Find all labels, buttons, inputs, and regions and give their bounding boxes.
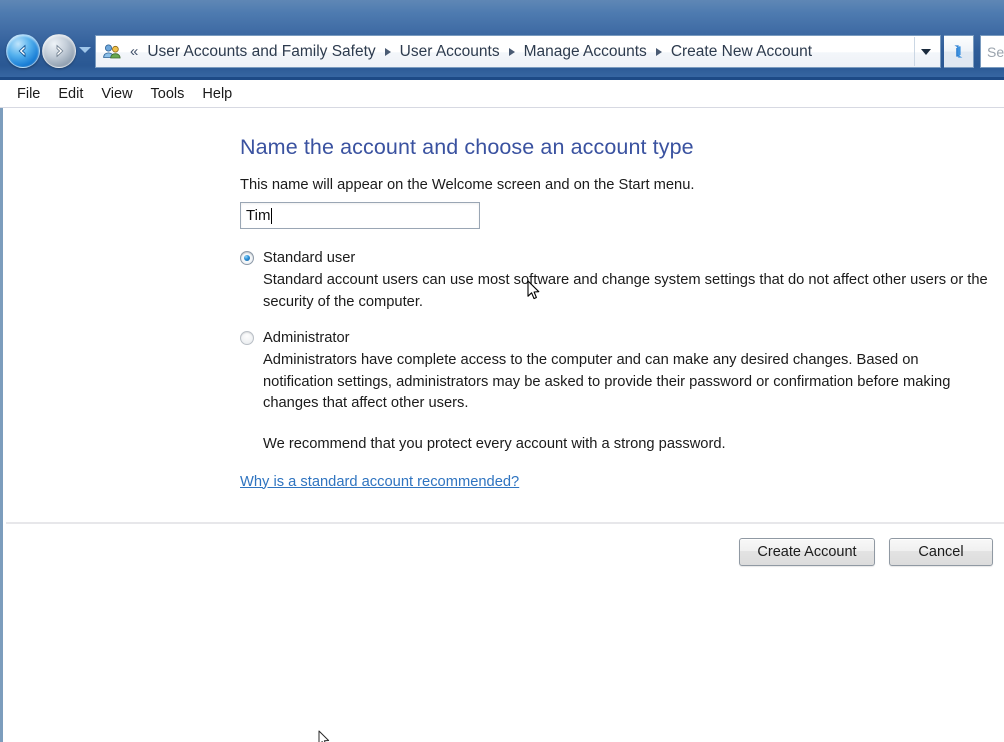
breadcrumb-item-2[interactable]: Manage Accounts — [522, 41, 649, 63]
account-type-option-administrator[interactable]: Administrator Administrators have comple… — [240, 330, 1004, 415]
administrator-label: Administrator — [263, 330, 350, 346]
chevron-down-icon — [920, 48, 931, 55]
administrator-row[interactable]: Administrator — [240, 330, 1004, 346]
standard-account-help-link[interactable]: Why is a standard account recommended? — [240, 474, 519, 490]
form-actions: Create Account Cancel — [3, 538, 1004, 566]
menu-item-view[interactable]: View — [92, 83, 141, 105]
menu-item-file[interactable]: File — [8, 83, 49, 105]
menu-item-edit[interactable]: Edit — [49, 83, 92, 105]
standard-user-label: Standard user — [263, 250, 356, 266]
menu-bar: File Edit View Tools Help — [0, 80, 1004, 108]
breadcrumb-item-3[interactable]: Create New Account — [669, 41, 814, 63]
standard-user-description: Standard account users can use most soft… — [263, 272, 988, 310]
search-placeholder-text: Se — [987, 43, 1004, 60]
create-account-form: Name the account and choose an account t… — [240, 135, 1004, 491]
form-subtitle: This name will appear on the Welcome scr… — [240, 177, 695, 193]
address-bar[interactable]: « User Accounts and Family Safety User A… — [95, 35, 941, 68]
breadcrumb-item-1[interactable]: User Accounts — [398, 41, 502, 63]
window-title-bar: « User Accounts and Family Safety User A… — [0, 0, 1004, 80]
breadcrumb-overflow-icon[interactable]: « — [130, 43, 138, 60]
page-title: Name the account and choose an account t… — [240, 135, 694, 159]
window-body: Name the account and choose an account t… — [0, 108, 1004, 742]
standard-user-row[interactable]: Standard user — [240, 250, 1004, 266]
navigation-toolbar: « User Accounts and Family Safety User A… — [0, 30, 1004, 74]
forward-button[interactable] — [42, 34, 76, 68]
refresh-icon — [954, 45, 963, 58]
refresh-button[interactable] — [944, 35, 974, 68]
breadcrumb-arrow-icon[interactable] — [655, 47, 662, 56]
menu-item-tools[interactable]: Tools — [142, 83, 194, 105]
password-recommendation-text: We recommend that you protect every acco… — [263, 435, 726, 452]
back-button[interactable] — [6, 34, 40, 68]
history-dropdown-icon[interactable] — [79, 47, 91, 53]
breadcrumb: User Accounts and Family Safety User Acc… — [145, 41, 914, 63]
user-accounts-icon — [102, 43, 122, 61]
address-dropdown-button[interactable] — [914, 37, 936, 66]
back-arrow-icon — [18, 44, 26, 58]
account-name-input[interactable]: Tim — [240, 202, 480, 229]
create-account-button[interactable]: Create Account — [739, 538, 875, 566]
menu-item-help[interactable]: Help — [193, 83, 241, 105]
breadcrumb-arrow-icon[interactable] — [384, 47, 391, 56]
account-type-option-standard[interactable]: Standard user Standard account users can… — [240, 250, 1004, 313]
text-caret — [271, 207, 273, 224]
control-panel-window: « User Accounts and Family Safety User A… — [0, 0, 1004, 742]
account-name-value: Tim — [246, 207, 271, 224]
radio-standard-user[interactable] — [240, 251, 254, 265]
forward-arrow-icon — [56, 44, 64, 58]
administrator-description: Administrators have complete access to t… — [263, 352, 951, 411]
footer-divider — [6, 522, 1004, 524]
breadcrumb-item-0[interactable]: User Accounts and Family Safety — [145, 41, 377, 63]
breadcrumb-arrow-icon[interactable] — [508, 47, 515, 56]
search-input[interactable]: Se — [980, 35, 1004, 68]
cancel-button[interactable]: Cancel — [889, 538, 993, 566]
radio-administrator[interactable] — [240, 331, 254, 345]
